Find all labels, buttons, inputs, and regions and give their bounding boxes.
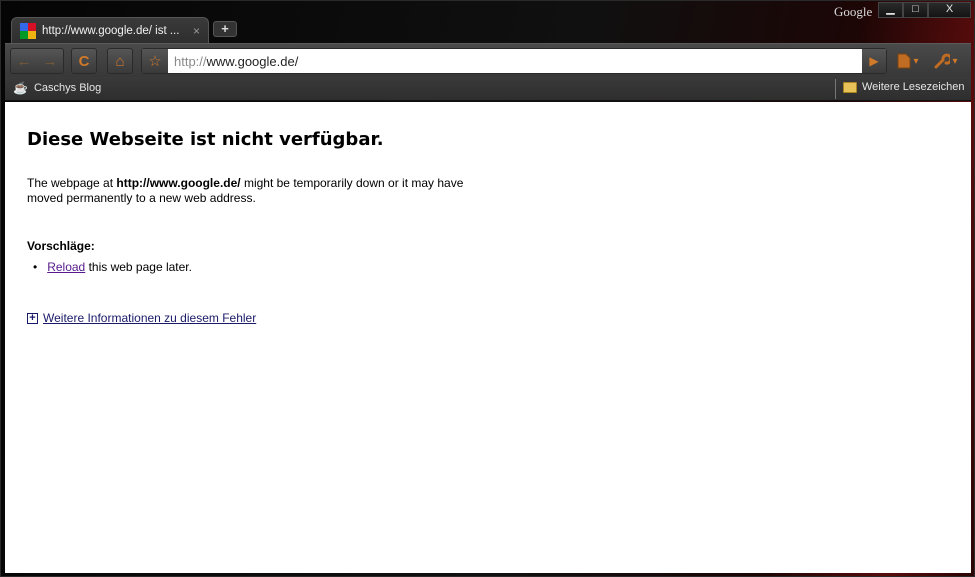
more-info[interactable]: + Weitere Informationen zu diesem Fehler — [27, 311, 256, 325]
suggestions-heading: Vorschläge: — [27, 239, 95, 253]
bookmarks-bar: ☕ Caschys Blog Weitere Lesezeichen — [5, 77, 971, 101]
reload-link[interactable]: Reload — [47, 260, 85, 274]
window-controls: ▁ □ X — [878, 2, 971, 18]
page-icon — [897, 53, 911, 69]
new-tab-button[interactable]: + — [213, 21, 237, 37]
browser-window: http://www.google.de/ ist ... × + Google… — [0, 0, 975, 577]
other-bookmarks[interactable]: Weitere Lesezeichen — [843, 81, 965, 93]
bookmarks-divider — [835, 79, 836, 99]
error-description: The webpage at http://www.google.de/ mig… — [27, 176, 497, 206]
coffee-cup-icon: ☕ — [13, 81, 28, 95]
plus-icon[interactable]: + — [27, 312, 38, 324]
wrench-menu-button[interactable]: ▾ — [931, 50, 961, 72]
home-icon[interactable]: ⌂ — [107, 48, 133, 74]
toolbar: ← → C ⌂ ☆ http://www.google.de/ ▶ ▾ ▾ — [5, 43, 971, 77]
reload-icon[interactable]: C — [71, 48, 97, 74]
forward-arrow-icon[interactable]: → — [37, 49, 63, 73]
bookmark-label: Caschys Blog — [33, 82, 102, 94]
back-arrow-icon[interactable]: ← — [11, 49, 37, 73]
desc-prefix: The webpage at — [27, 176, 117, 190]
page-title: Diese Webseite ist nicht verfügbar. — [27, 129, 384, 150]
other-bookmarks-label: Weitere Lesezeichen — [862, 81, 965, 93]
tab-active[interactable]: http://www.google.de/ ist ... × — [11, 17, 209, 43]
address-bar[interactable]: ☆ http://www.google.de/ ▶ — [141, 48, 887, 74]
tab-strip: http://www.google.de/ ist ... × + Google… — [1, 1, 975, 43]
google-favicon-icon — [20, 22, 36, 39]
wrench-icon — [934, 53, 951, 69]
tab-title: http://www.google.de/ ist ... — [42, 24, 180, 37]
go-icon[interactable]: ▶ — [862, 49, 886, 73]
bookmark-item[interactable]: ☕ Caschys Blog — [13, 81, 101, 95]
url-host: www.google.de/ — [206, 53, 299, 69]
url-input[interactable]: http://www.google.de/ — [168, 54, 862, 69]
maximize-button[interactable]: □ — [903, 2, 928, 18]
url-scheme: http:// — [174, 53, 207, 69]
more-info-link[interactable]: Weitere Informationen zu diesem Fehler — [43, 311, 256, 325]
suggestions-list: Reload this web page later. — [47, 260, 192, 274]
page-menu-button[interactable]: ▾ — [893, 50, 923, 72]
bookmark-star-icon[interactable]: ☆ — [142, 49, 168, 73]
window-brand: Google — [834, 4, 873, 19]
desc-url: http://www.google.de/ — [116, 176, 241, 190]
list-item: Reload this web page later. — [47, 260, 192, 274]
folder-icon — [843, 81, 857, 93]
suggestion-text: this web page later. — [85, 260, 192, 274]
chevron-down-icon: ▾ — [913, 55, 919, 67]
minimize-button[interactable]: ▁ — [878, 2, 903, 18]
tab-close-icon[interactable]: × — [193, 24, 200, 38]
nav-buttons: ← → — [10, 48, 64, 74]
close-window-button[interactable]: X — [928, 2, 971, 18]
page-content: Diese Webseite ist nicht verfügbar. The … — [5, 102, 971, 573]
chevron-down-icon: ▾ — [952, 55, 958, 67]
